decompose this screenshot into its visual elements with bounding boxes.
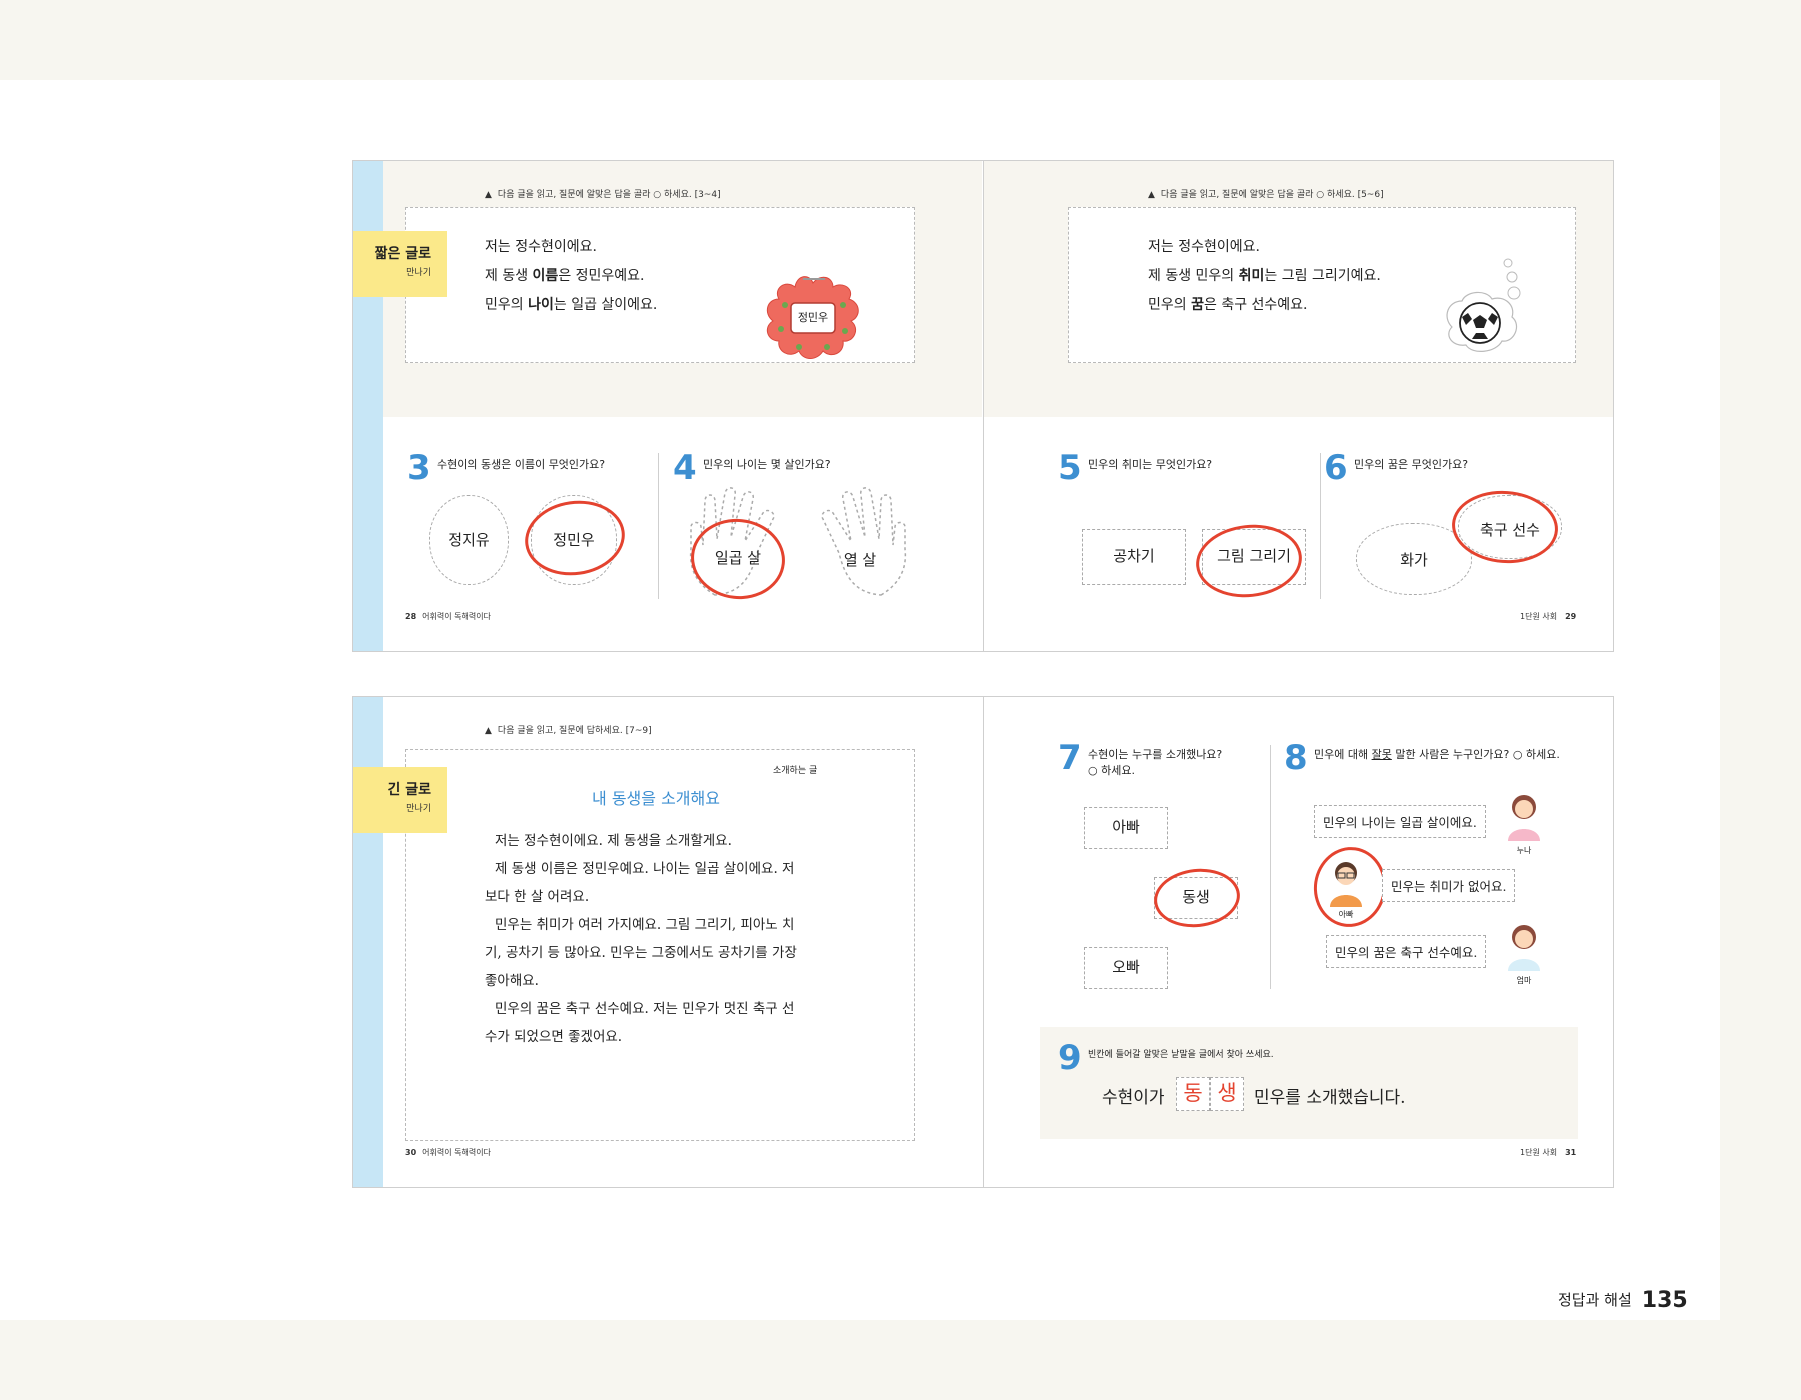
question-text: 민우의 취미는 무엇인가요? (1088, 458, 1213, 471)
page-29: ▲ 다음 글을 읽고, 질문에 알맞은 답을 골라 ○ 하세요. [5~6] 저는… (984, 161, 1613, 651)
passage-line: 수가 되었으면 좋겠어요. (485, 1029, 623, 1045)
divider (658, 453, 659, 599)
option-label: 정지유 (448, 531, 490, 549)
footer: 1단원 사회 29 (1520, 612, 1577, 621)
mother-avatar-icon[interactable] (1502, 923, 1546, 971)
section-tag: 긴 글로 만나기 (353, 767, 447, 833)
instruction: ▲ 다음 글을 읽고, 질문에 알맞은 답을 골라 ○ 하세요. [5~6] (1148, 190, 1384, 200)
question-number: 6 (1324, 448, 1348, 488)
page-28: ▲ 다음 글을 읽고, 질문에 알맞은 답을 골라 ○ 하세요. [3~4] 짧은… (353, 161, 984, 651)
soccer-ball-thought-icon (1446, 258, 1521, 352)
question-number: 8 (1284, 738, 1308, 778)
option-box[interactable]: 오빠 (1084, 947, 1168, 989)
answer-circle (1308, 842, 1392, 932)
question-text: 빈칸에 들어갈 알맞은 낱말을 글에서 찾아 쓰세요. (1088, 1050, 1274, 1060)
passage-line: 저는 정수현이에요. (485, 239, 597, 255)
page-31: 7 수현이는 누구를 소개했나요? ○ 하세요. 아빠 동생 오빠 8 민우에 … (984, 697, 1613, 1187)
answer-circle (1151, 864, 1243, 932)
sister-avatar-icon[interactable] (1502, 793, 1546, 841)
long-passage: 저는 정수현이에요. 제 동생을 소개할게요. 제 동생 이름은 정민우예요. … (485, 827, 865, 1051)
short-passage: 저는 정수현이에요. 제 동생 이름은 정민우예요. 민우의 나이는 일곱 살이… (485, 233, 657, 320)
passage-title: 내 동생을 소개해요 (592, 789, 720, 808)
speech-bubble: 민우의 나이는 일곱 살이에요. (1314, 805, 1486, 838)
genre-label: 소개하는 글 (773, 766, 818, 776)
passage-line: 민우의 나이는 일곱 살이에요. (485, 297, 658, 313)
question-number: 3 (407, 448, 431, 488)
speaker-name: 엄마 (1516, 976, 1532, 985)
question-text: 수현이의 동생은 이름이 무엇인가요? (437, 458, 606, 471)
passage-line: 민우는 취미가 여러 가지예요. 그림 그리기, 피아노 치 (495, 917, 795, 933)
instruction: ▲ 다음 글을 읽고, 질문에 알맞은 답을 골라 ○ 하세요. [3~4] (485, 190, 721, 200)
question-number: 9 (1058, 1038, 1082, 1078)
fill-sentence-start: 수현이가 (1102, 1088, 1165, 1108)
passage-line: 저는 정수현이에요. 제 동생을 소개할게요. (495, 833, 732, 849)
speech-bubble: 민우는 취미가 없어요. (1382, 869, 1516, 902)
footer: 1단원 사회 31 (1520, 1148, 1577, 1157)
section-tag: 짧은 글로 만나기 (353, 231, 447, 297)
passage-line: 좋아해요. (485, 973, 539, 989)
fill-sentence-end: 민우를 소개했습니다. (1254, 1088, 1406, 1108)
divider (1270, 745, 1271, 989)
spread-short-passage: ▲ 다음 글을 읽고, 질문에 알맞은 답을 골라 ○ 하세요. [3~4] 짧은… (352, 160, 1614, 652)
blank-input[interactable]: 생 (1210, 1077, 1244, 1111)
divider (1320, 453, 1321, 599)
nametag-illustration: 정민우 (763, 271, 863, 361)
question-text: 민우에 대해 잘못 말한 사람은 누구인가요? ○ 하세요. (1314, 748, 1560, 761)
option-label: 열 살 (843, 551, 877, 569)
option-box[interactable]: 공차기 (1082, 529, 1186, 585)
nametag-label: 정민우 (797, 311, 829, 324)
blank-input[interactable]: 동 (1176, 1077, 1210, 1111)
question-number: 4 (673, 448, 697, 488)
option-box[interactable]: 아빠 (1084, 807, 1168, 849)
passage-line: 기, 공차기 등 많아요. 민우는 그중에서도 공차기를 가장 (485, 945, 797, 961)
question-number: 5 (1058, 448, 1082, 488)
page-30: ▲ 다음 글을 읽고, 질문에 답하세요. [7~9] 긴 글로 만나기 소개하는… (353, 697, 984, 1187)
short-passage: 저는 정수현이에요. 제 동생 민우의 취미는 그림 그리기예요. 민우의 꿈은… (1148, 233, 1381, 320)
answer-circle (520, 494, 630, 582)
passage-line: 저는 정수현이에요. (1148, 239, 1260, 255)
question-text: 민우의 나이는 몇 살인가요? (703, 458, 831, 471)
instruction: ▲ 다음 글을 읽고, 질문에 답하세요. [7~9] (485, 726, 652, 736)
answer-key-footer: 정답과 해설 135 (1558, 1288, 1688, 1313)
option-label: 화가 (1400, 551, 1428, 569)
spread-long-passage: ▲ 다음 글을 읽고, 질문에 답하세요. [7~9] 긴 글로 만나기 소개하는… (352, 696, 1614, 1188)
speech-bubble: 민우의 꿈은 축구 선수예요. (1326, 935, 1487, 968)
passage-line: 제 동생 민우의 취미는 그림 그리기예요. (1148, 268, 1381, 284)
passage-line: 민우의 꿈은 축구 선수예요. (1148, 297, 1308, 313)
footer: 28 어휘력이 독해력이다 (405, 612, 491, 621)
hand-outline-icon[interactable] (805, 487, 911, 597)
passage-line: 민우의 꿈은 축구 선수예요. 저는 민우가 멋진 축구 선 (495, 1001, 795, 1017)
question-text: 민우의 꿈은 무엇인가요? (1354, 458, 1469, 471)
footer: 30 어휘력이 독해력이다 (405, 1148, 491, 1157)
passage-line: 보다 한 살 어려요. (485, 889, 590, 905)
question-text: 수현이는 누구를 소개했나요? ○ 하세요. (1088, 748, 1223, 777)
speaker-name: 누나 (1516, 846, 1532, 855)
passage-line: 제 동생 이름은 정민우예요. (485, 268, 645, 284)
passage-line: 제 동생 이름은 정민우예요. 나이는 일곱 살이에요. 저 (495, 861, 795, 877)
question-number: 7 (1058, 738, 1082, 778)
